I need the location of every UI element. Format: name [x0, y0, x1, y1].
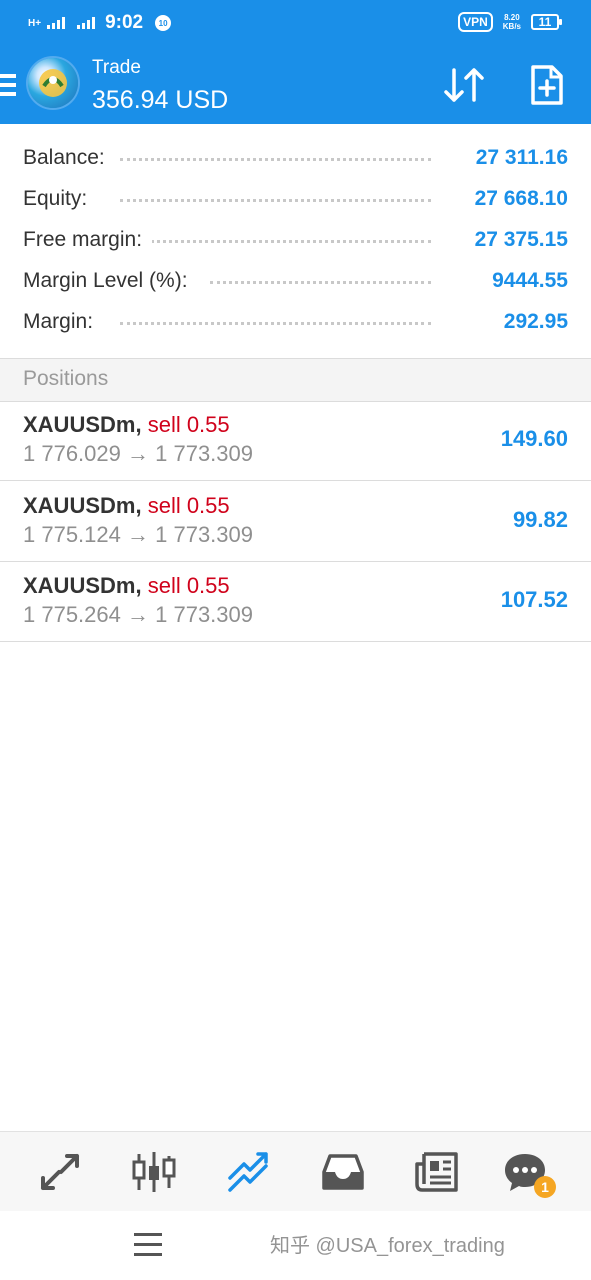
position-row[interactable]: XAUUSDm, sell 0.55 1 775.124 → 1 773.309…	[0, 481, 591, 562]
menu-icon[interactable]	[0, 72, 18, 98]
dotted-leader	[210, 281, 431, 284]
positions-section-header: Positions	[0, 358, 591, 402]
summary-label: Margin:	[23, 309, 104, 334]
recent-apps-icon[interactable]	[134, 1233, 162, 1257]
sort-arrows-icon[interactable]	[442, 66, 486, 104]
position-symbol: XAUUSDm,	[23, 573, 142, 598]
signal-icon-2	[77, 17, 96, 29]
summary-value: 27 375.15	[464, 227, 568, 252]
position-row[interactable]: XAUUSDm, sell 0.55 1 775.264 → 1 773.309…	[0, 561, 591, 642]
position-side: sell 0.55	[147, 412, 230, 437]
summary-row-margin-level: Margin Level (%): 9444.55	[0, 260, 591, 301]
position-prices: 1 775.264 → 1 773.309	[23, 602, 253, 628]
header-amount: 356.94 USD	[92, 86, 229, 114]
chat-badge: 1	[534, 1176, 556, 1198]
watermark: 知乎 @USA_forex_trading	[270, 1235, 505, 1257]
bottom-navigation: 1	[0, 1131, 591, 1212]
position-side: sell 0.55	[147, 493, 230, 518]
summary-value: 9444.55	[482, 268, 568, 293]
position-prices: 1 775.124 → 1 773.309	[23, 522, 253, 548]
signal-icon	[47, 17, 66, 29]
open-price: 1 776.029	[23, 441, 121, 466]
position-row[interactable]: XAUUSDm, sell 0.55 1 776.029 → 1 773.309…	[0, 400, 591, 481]
summary-value: 27 668.10	[464, 186, 568, 211]
arrow: →	[127, 522, 149, 547]
position-prices: 1 776.029 → 1 773.309	[23, 441, 253, 467]
status-right: VPN 8.20 KB/s 11	[458, 12, 562, 32]
chat-tab-icon[interactable]: 1	[502, 1150, 556, 1198]
position-profit: 99.82	[512, 507, 568, 532]
new-order-icon[interactable]	[530, 64, 564, 106]
current-price: 1 773.309	[155, 522, 253, 547]
net-speed: 8.20 KB/s	[503, 13, 521, 31]
notification-icon: 10	[155, 15, 172, 31]
position-title: XAUUSDm, sell 0.55	[23, 412, 230, 438]
position-title: XAUUSDm, sell 0.55	[23, 493, 230, 519]
position-side: sell 0.55	[147, 573, 230, 598]
current-price: 1 773.309	[155, 602, 253, 627]
status-left: H+ 9:02 10	[28, 12, 172, 34]
current-price: 1 773.309	[155, 441, 253, 466]
vpn-badge: VPN	[458, 12, 493, 32]
position-symbol: XAUUSDm,	[23, 493, 142, 518]
header-title: Trade	[92, 57, 141, 78]
summary-value: 292.95	[493, 309, 568, 334]
summary-value: 27 311.16	[465, 145, 568, 170]
summary-label: Free margin:	[23, 227, 153, 252]
position-title: XAUUSDm, sell 0.55	[23, 573, 230, 599]
app-header: H+ 9:02 10 VPN 8.20 KB/s 11 Trade 356.94…	[0, 0, 591, 124]
news-tab-icon[interactable]	[414, 1150, 460, 1194]
open-price: 1 775.124	[23, 522, 121, 547]
app-logo-icon	[28, 58, 78, 108]
status-time: 9:02	[105, 12, 144, 33]
dotted-leader	[120, 199, 431, 202]
battery-icon: 11	[531, 14, 562, 30]
quotes-tab-icon[interactable]	[37, 1150, 83, 1194]
position-symbol: XAUUSDm,	[23, 412, 142, 437]
summary-row-equity: Equity: 27 668.10	[0, 178, 591, 219]
dotted-leader	[120, 158, 431, 161]
summary-row-balance: Balance: 27 311.16	[0, 137, 591, 178]
net-speed-value: 8.20	[504, 13, 520, 22]
summary-row-free-margin: Free margin: 27 375.15	[0, 219, 591, 260]
summary-label: Balance:	[23, 145, 115, 170]
system-navigation-bar: 知乎 @USA_forex_trading	[0, 1211, 591, 1280]
trade-tab-icon[interactable]	[226, 1150, 272, 1194]
summary-row-margin: Margin: 292.95	[0, 301, 591, 342]
open-price: 1 775.264	[23, 602, 121, 627]
dotted-leader	[120, 240, 431, 243]
status-bar: H+ 9:02 10 VPN 8.20 KB/s 11	[0, 0, 591, 46]
net-speed-unit: KB/s	[502, 22, 521, 31]
summary-label: Margin Level (%):	[23, 268, 198, 293]
position-profit: 107.52	[500, 587, 568, 612]
network-type-label: H+	[28, 17, 42, 29]
summary-label: Equity:	[23, 186, 98, 211]
history-tab-icon[interactable]	[320, 1150, 366, 1194]
account-summary: Balance: 27 311.16 Equity: 27 668.10 Fre…	[0, 137, 591, 342]
chart-tab-icon[interactable]	[131, 1150, 177, 1194]
dotted-leader	[120, 322, 431, 325]
arrow: →	[127, 441, 149, 466]
positions-title: Positions	[23, 367, 109, 390]
arrow: →	[127, 602, 149, 627]
position-profit: 149.60	[500, 426, 568, 451]
